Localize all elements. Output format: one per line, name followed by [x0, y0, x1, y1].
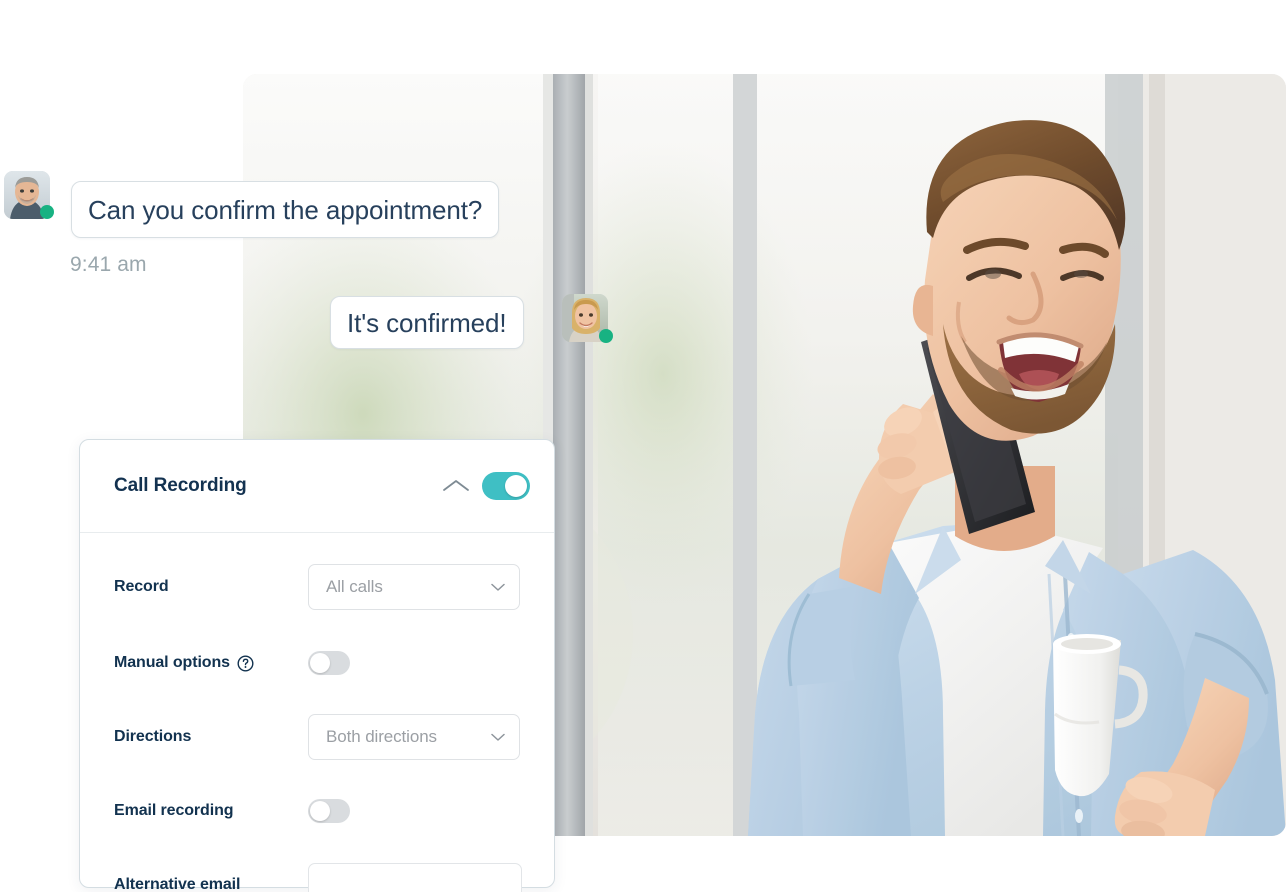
field-label-directions: Directions: [114, 728, 192, 745]
manual-options-toggle[interactable]: [308, 651, 350, 675]
field-row-record: Record All calls: [80, 557, 554, 617]
page-root: Can you confirm the appointment? 9:41 am…: [0, 0, 1286, 892]
field-label-manual-options-text: Manual options: [114, 654, 230, 671]
field-row-directions: Directions Both directions: [80, 707, 554, 767]
panel-header: Call Recording: [80, 440, 554, 533]
field-row-alternative-email: Alternative email: [80, 855, 554, 892]
directions-select-value: Both directions: [326, 727, 437, 746]
panel-title: Call Recording: [114, 475, 247, 496]
panel-body: Record All calls Manual options Directio…: [80, 533, 554, 892]
chevron-down-icon: [491, 733, 505, 742]
chevron-down-glyph: [491, 733, 505, 741]
message-timestamp: 9:41 am: [70, 253, 147, 276]
toggle-knob: [310, 653, 330, 673]
call-recording-master-toggle[interactable]: [482, 472, 530, 500]
message-text-incoming: Can you confirm the appointment?: [88, 194, 483, 225]
avatar-agent: [4, 171, 54, 219]
message-text-outgoing: It's confirmed!: [347, 307, 507, 338]
chevron-up-glyph: [443, 480, 469, 491]
message-bubble-outgoing: It's confirmed!: [330, 296, 524, 349]
chevron-down-glyph: [491, 583, 505, 591]
message-bubble-incoming: Can you confirm the appointment?: [71, 181, 500, 238]
record-select[interactable]: All calls: [308, 564, 520, 610]
call-recording-panel: Call Recording Record All calls Manual o…: [79, 439, 555, 892]
email-recording-toggle[interactable]: [308, 799, 350, 823]
question-circle-glyph: [237, 654, 254, 672]
question-circle-icon[interactable]: [237, 654, 254, 672]
chevron-down-icon: [491, 583, 505, 592]
toggle-knob: [310, 801, 330, 821]
toggle-knob: [505, 475, 527, 497]
field-label-email-recording: Email recording: [114, 802, 234, 819]
avatar-customer: [562, 294, 613, 343]
record-select-value: All calls: [326, 577, 383, 596]
field-row-manual-options: Manual options: [80, 633, 554, 693]
directions-select[interactable]: Both directions: [308, 714, 520, 760]
presence-indicator-online: [40, 205, 54, 219]
chevron-up-icon[interactable]: [436, 469, 476, 503]
field-label-alternative-email: Alternative email: [114, 876, 241, 892]
field-row-email-recording: Email recording: [80, 781, 554, 841]
presence-indicator-online: [599, 329, 613, 343]
alternative-email-input[interactable]: [308, 862, 522, 892]
field-label-record: Record: [114, 578, 169, 595]
field-label-manual-options: Manual options: [114, 654, 308, 672]
